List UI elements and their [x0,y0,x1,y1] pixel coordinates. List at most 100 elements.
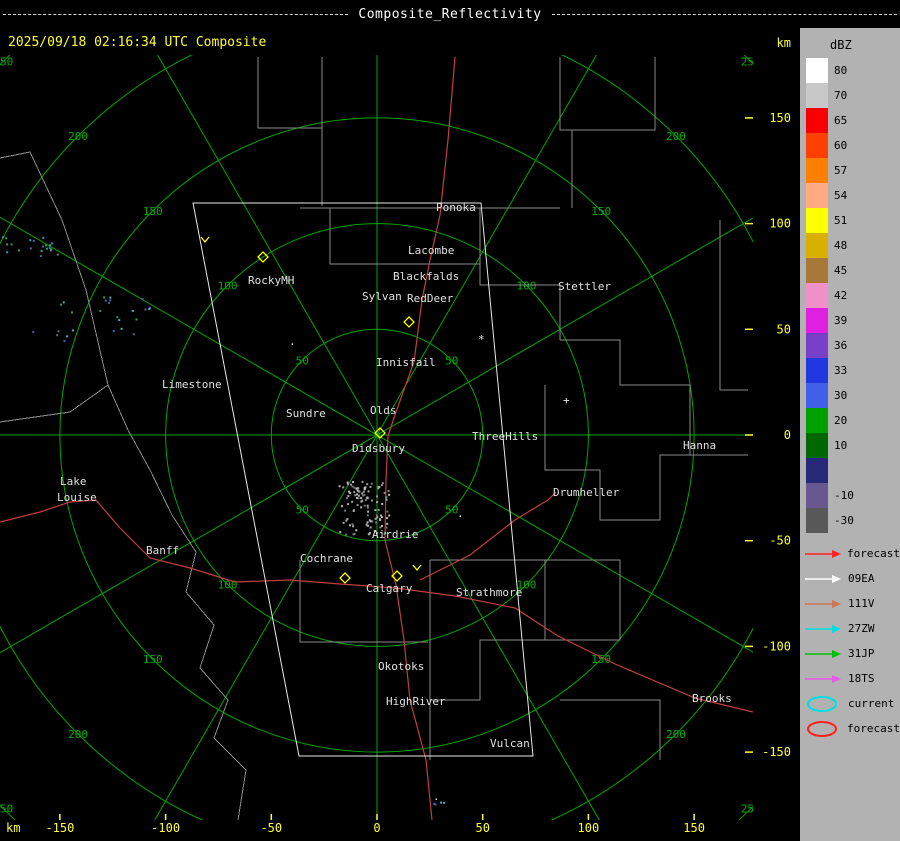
range-ring-label: 250 [741,55,761,68]
range-ring-label: 150 [143,205,163,218]
echo-pixel [5,237,8,240]
station-marker-diamond-icon [339,572,351,584]
echo-pixel [18,249,21,252]
range-ring-label: 250 [741,803,761,816]
range-ring-label: 50 [445,354,458,367]
range-ring-label: 100 [218,578,238,591]
bottom-axis-tick [693,814,695,820]
echo-pixel [358,494,360,497]
track-arrow-icon [805,624,841,633]
storm-ellipse-icon [807,695,837,712]
echo-pixel [112,330,115,332]
echo-pixel [6,251,9,254]
echo-pixel [352,525,355,528]
dbz-scale-row: 20 [800,408,900,433]
city-label: Drumheller [553,486,620,499]
radar-map-canvas: 50 50 50 50 100 100 100 100 150 150 150 150 200 200 20… [0,36,791,835]
echo-pixel [363,493,366,496]
echo-pixel [131,309,134,312]
county-boundary [719,220,748,391]
dbz-scale-row: 54 [800,183,900,208]
echo-pixel [375,521,378,524]
city-label: Innisfail [376,356,436,369]
echo-pixel [10,243,13,246]
city-label: Limestone [162,378,222,391]
point-marker-icon: . [289,335,296,348]
legend-symbol-row: current [800,691,900,716]
dbz-color-swatch [806,333,828,358]
legend-symbol-row: 27ZW [800,616,900,641]
legend-symbol-label: 111V [848,597,875,610]
city-label: Lake [60,475,87,488]
bottom-axis-tick-label: -150 [45,821,74,835]
echo-pixel [45,244,48,247]
echo-pixel [338,485,341,488]
echo-pixel [361,499,364,502]
range-ring-label: 200 [68,728,88,741]
echo-pixel [366,504,369,507]
echo-pixel [42,245,44,248]
right-axis-tick [745,222,753,225]
city-labels: Ponoka Lacombe Blackfalds Sylvan RedDeer Rock… [57,201,732,750]
point-marker-icon: . [433,790,440,803]
city-label: Louise [57,491,97,504]
storm-ellipse-icon [807,720,837,737]
range-ring-label: 50 [296,504,309,517]
dbz-scale-row: 30 [800,383,900,408]
dbz-scale-row: 80 [800,58,900,83]
range-ring-label: 200 [666,728,686,741]
legend-panel: dBZ 80 70 65 60 57 54 51 48 45 42 39 36 33 30 20 10 -10 -… [800,28,900,841]
dbz-value-label: 30 [834,389,848,402]
legend-symbol-label: 31JP [848,647,875,660]
echo-pixel [349,524,351,527]
right-axis-tick [745,539,753,542]
dbz-value-label: 45 [834,264,848,277]
city-label: RedDeer [407,292,454,305]
track-arrow-icon [805,549,841,558]
legend-symbol-label: 18TS [848,672,875,685]
echo-pixel [363,488,366,491]
echo-pixel [148,308,151,310]
echo-pixel [63,339,66,342]
legend-symbol-label: forecast [847,722,900,735]
right-axis-tick [745,434,753,436]
echo-pixel [364,499,367,502]
legend-symbol-label: 09EA [848,572,875,585]
dbz-value-label: 33 [834,364,848,377]
echo-pixel [385,498,388,501]
echo-pixel [377,487,380,490]
echo-pixel [366,496,369,499]
echo-pixel [370,499,373,502]
dbz-value-label: 57 [834,164,848,177]
echo-pixel [367,490,370,493]
dbz-scale-row: 42 [800,283,900,308]
city-label: Sundre [286,407,326,420]
echo-pixel [357,487,360,490]
radar-coverage-outline [192,202,534,757]
dbz-value-label: 60 [834,139,848,152]
dbz-colorbar: 80 70 65 60 57 54 51 48 45 42 39 36 33 30 20 10 -10 -30 [800,58,900,533]
city-label: HighRiver [386,695,446,708]
city-label: Lacombe [408,244,454,257]
echo-pixel [29,247,32,250]
echo-pixel [56,253,59,256]
dbz-scale-row: 48 [800,233,900,258]
point-marker-icon: * [478,333,485,346]
county-boundary [0,151,247,820]
dbz-value-label: 36 [834,339,848,352]
dbz-color-swatch [806,408,828,433]
city-label: Cochrane [300,552,353,565]
echo-pixel [352,481,354,484]
right-axis-tick [745,645,753,648]
dbz-scale-row: 33 [800,358,900,383]
dbz-value-label: -30 [834,514,854,527]
echo-pixel [349,483,352,486]
range-ring-label: 250 [0,55,13,68]
right-axis-tick-label: -50 [769,534,791,548]
echo-pixel [351,500,354,503]
timestamp: 2025/09/18 02:16:34 UTC Composite [8,35,267,50]
echo-pixel [376,495,378,498]
echo-pixel [104,299,107,302]
county-boundary [257,57,322,129]
right-axis-tick [745,117,753,119]
